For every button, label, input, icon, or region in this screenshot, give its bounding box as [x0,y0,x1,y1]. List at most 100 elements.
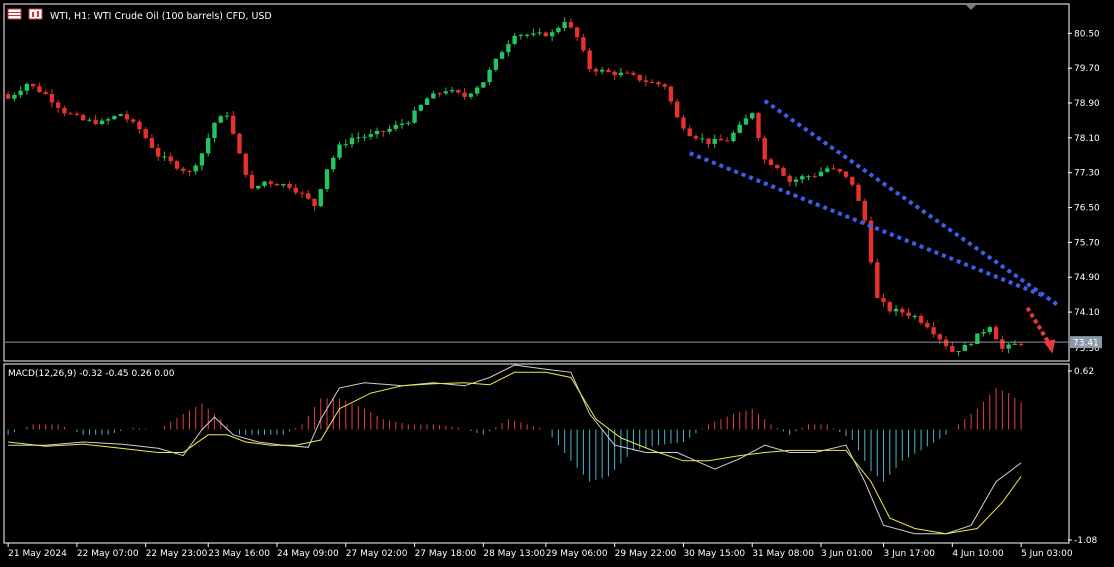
time-tick-label: 28 May 13:00 [483,549,545,559]
candle-body [343,144,348,146]
price-tick-label: 79.70 [1074,64,1100,74]
candle-body [937,334,943,340]
candle-body [124,114,130,120]
candle-body [130,119,136,122]
candle-body [987,327,993,333]
candle-body [118,114,123,117]
price-tick-label: 78.10 [1074,134,1100,144]
price-tick-label: 80.50 [1074,29,1100,39]
chart-type-icon[interactable] [28,8,43,20]
candle-body [174,161,180,169]
time-tick-label: 29 May 22:00 [615,549,677,559]
candle-body [443,91,449,94]
candle-body [912,315,917,317]
candle-body [137,121,142,130]
candle-body [737,124,742,133]
candle-body [156,147,161,157]
price-tick-label: 74.90 [1074,273,1100,283]
candle-body [462,92,467,97]
candle-body [768,159,774,166]
candle-body [105,119,111,121]
symbol-table-icon[interactable] [7,8,22,20]
candle-body [143,129,148,139]
candle-body [356,137,361,139]
macd-tick-label: -1.08 [1074,536,1098,546]
candle-body [831,168,836,170]
candle-body [55,102,61,108]
time-tick-label: 5 Jun 03:00 [1021,549,1073,559]
candle-body [818,171,824,177]
candle-body [231,115,236,134]
candle-body [312,198,317,207]
time-tick-label: 4 Jun 10:00 [952,549,1004,559]
candle-body [631,72,636,75]
candle-body [775,165,780,169]
candle-body [981,332,986,334]
candle-body [706,138,711,144]
candle-body [424,98,430,105]
candle-body [743,118,749,125]
macd-lines [8,364,1022,535]
candle-body [656,82,661,85]
candle-body [168,156,173,162]
price-tick-label: 77.30 [1074,169,1100,179]
candle-body [318,189,323,207]
candle-body [968,344,974,346]
candle-body [524,34,530,36]
candle-body [256,185,261,189]
candle-body [781,168,786,176]
candle-body [693,136,699,139]
candle-body [149,138,155,148]
candle-body [281,184,286,186]
price-tick-label: 76.50 [1074,204,1100,214]
time-tick-label: 24 May 09:00 [277,549,339,559]
candle-body [93,119,98,125]
candle-body [549,32,555,37]
candle-body [493,58,499,70]
macd-histogram [7,387,1022,482]
time-tick-label: 23 May 16:00 [208,549,270,559]
candle-body [349,137,355,145]
candle-body [456,89,461,93]
price-grid: 80.50 79.70 78.90 78.10 77.30 76.50 75.70 74.90… [1068,29,1100,318]
macd-pane-frame[interactable] [3,363,1070,544]
candle-body [206,138,211,154]
candle-body [218,116,223,123]
candle-body [268,181,273,184]
candle-body [237,133,242,154]
candle-body [331,157,336,170]
candle-body [681,117,686,129]
forecast-arrow-head [1043,339,1056,354]
time-tick-label: 3 Jun 17:00 [884,549,936,559]
candle-body [593,69,599,72]
candle-body [931,327,936,335]
candle-body [449,89,455,92]
candle-body [756,113,761,138]
candle-body [793,179,799,182]
candles [5,17,1024,356]
candle-body [1006,344,1011,349]
price-pane-frame[interactable] [3,3,1070,362]
candle-body [481,82,486,88]
candle-body [193,165,198,172]
candle-body [662,84,667,87]
candle-body [806,176,811,178]
candle-body [956,351,961,353]
candle-body [324,169,330,190]
candle-body [906,312,911,316]
candle-body [556,27,561,33]
candle-body [437,93,442,95]
candle-body [474,87,480,94]
candle-body [943,339,949,347]
candle-body [487,69,492,83]
annotations [688,99,1060,354]
candle-body [725,140,730,142]
shift-marker-icon[interactable] [966,5,976,10]
candle-body [306,193,311,199]
candle-body [162,156,167,158]
candle-body [750,113,755,119]
candle-body [299,192,305,194]
candle-body [675,101,680,118]
time-axis: 21 May 2024 22 May 07:00 22 May 23:00 23 Ma… [7,543,1073,559]
candle-body [700,138,705,140]
